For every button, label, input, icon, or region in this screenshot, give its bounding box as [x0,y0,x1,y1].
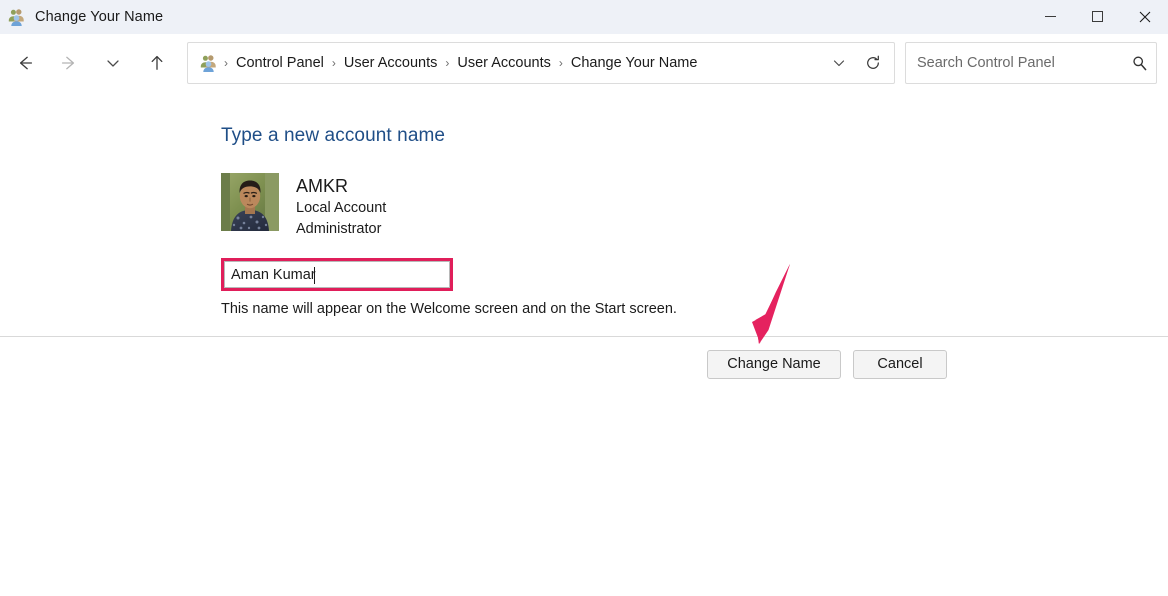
account-name: AMKR [296,175,386,198]
avatar [221,173,279,231]
search-box[interactable] [905,42,1157,84]
address-bar-actions [822,46,894,80]
refresh-button[interactable] [856,46,890,80]
user-accounts-icon [8,8,26,26]
minimize-icon [1045,16,1056,17]
account-summary: AMKR Local Account Administrator [221,173,1168,240]
navigation-toolbar: › Control Panel › User Accounts › User A… [0,34,1168,92]
arrow-right-icon [59,53,79,73]
account-type: Local Account [296,198,386,219]
arrow-up-icon [147,53,167,73]
forward-button[interactable] [50,44,88,82]
window-controls [1027,0,1168,33]
breadcrumb-item-user-accounts[interactable]: User Accounts [338,52,444,74]
action-buttons: Change Name Cancel [707,350,947,379]
window-title: Change Your Name [35,9,163,25]
breadcrumb-separator: › [222,56,230,70]
avatar-photo [221,173,279,231]
breadcrumb-separator: › [557,56,565,70]
account-details: AMKR Local Account Administrator [296,173,386,240]
hint-text: This name will appear on the Welcome scr… [221,301,1168,317]
recent-locations-button[interactable] [94,44,132,82]
breadcrumb-separator: › [330,56,338,70]
search-input[interactable] [906,54,1122,72]
breadcrumb-item-change-your-name[interactable]: Change Your Name [565,52,704,74]
maximize-button[interactable] [1074,0,1121,33]
arrow-left-icon [15,53,35,73]
account-role: Administrator [296,219,386,240]
breadcrumb-item-control-panel[interactable]: Control Panel [230,52,330,74]
address-bar[interactable]: › Control Panel › User Accounts › User A… [187,42,895,84]
search-button[interactable] [1122,46,1156,80]
new-name-field-highlight [221,258,453,291]
chevron-down-icon [104,54,122,72]
close-button[interactable] [1121,0,1168,33]
title-bar: Change Your Name [0,0,1168,34]
minimize-button[interactable] [1027,0,1074,33]
back-button[interactable] [6,44,44,82]
main-content: Type a new account name [0,92,1168,317]
breadcrumb-separator: › [443,56,451,70]
content-separator [0,336,1168,337]
breadcrumb-item-user-accounts-2[interactable]: User Accounts [451,52,557,74]
page-title: Type a new account name [221,125,1168,147]
up-button[interactable] [138,44,176,82]
refresh-icon [864,54,882,72]
previous-locations-button[interactable] [822,46,856,80]
new-name-input[interactable] [224,261,450,288]
cancel-button[interactable]: Cancel [853,350,947,379]
maximize-icon [1092,11,1103,22]
breadcrumb: › Control Panel › User Accounts › User A… [222,52,822,74]
breadcrumb-user-accounts-icon [200,54,218,72]
text-cursor [314,267,315,284]
chevron-down-icon [831,55,847,71]
change-name-button[interactable]: Change Name [707,350,841,379]
close-icon [1139,11,1151,23]
search-icon [1131,55,1148,72]
